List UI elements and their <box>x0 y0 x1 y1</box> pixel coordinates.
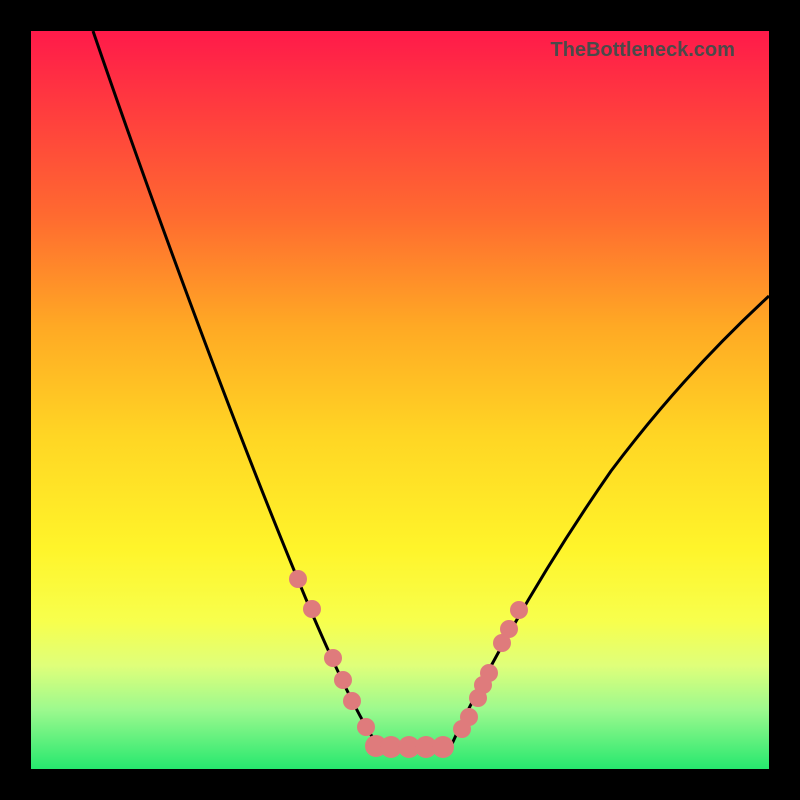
gpu-marker <box>480 664 498 682</box>
gpu-marker <box>324 649 342 667</box>
curve-svg <box>31 31 769 769</box>
gpu-marker <box>432 736 454 758</box>
gpu-marker <box>510 601 528 619</box>
bottleneck-curve-left <box>93 31 379 746</box>
chart-plot-area: TheBottleneck.com <box>31 31 769 769</box>
gpu-marker <box>303 600 321 618</box>
gpu-marker <box>500 620 518 638</box>
gpu-marker <box>334 671 352 689</box>
bottleneck-curve-right <box>451 296 769 746</box>
chart-frame: TheBottleneck.com <box>0 0 800 800</box>
gpu-marker <box>357 718 375 736</box>
gpu-marker <box>289 570 307 588</box>
gpu-marker <box>460 708 478 726</box>
gpu-marker <box>343 692 361 710</box>
